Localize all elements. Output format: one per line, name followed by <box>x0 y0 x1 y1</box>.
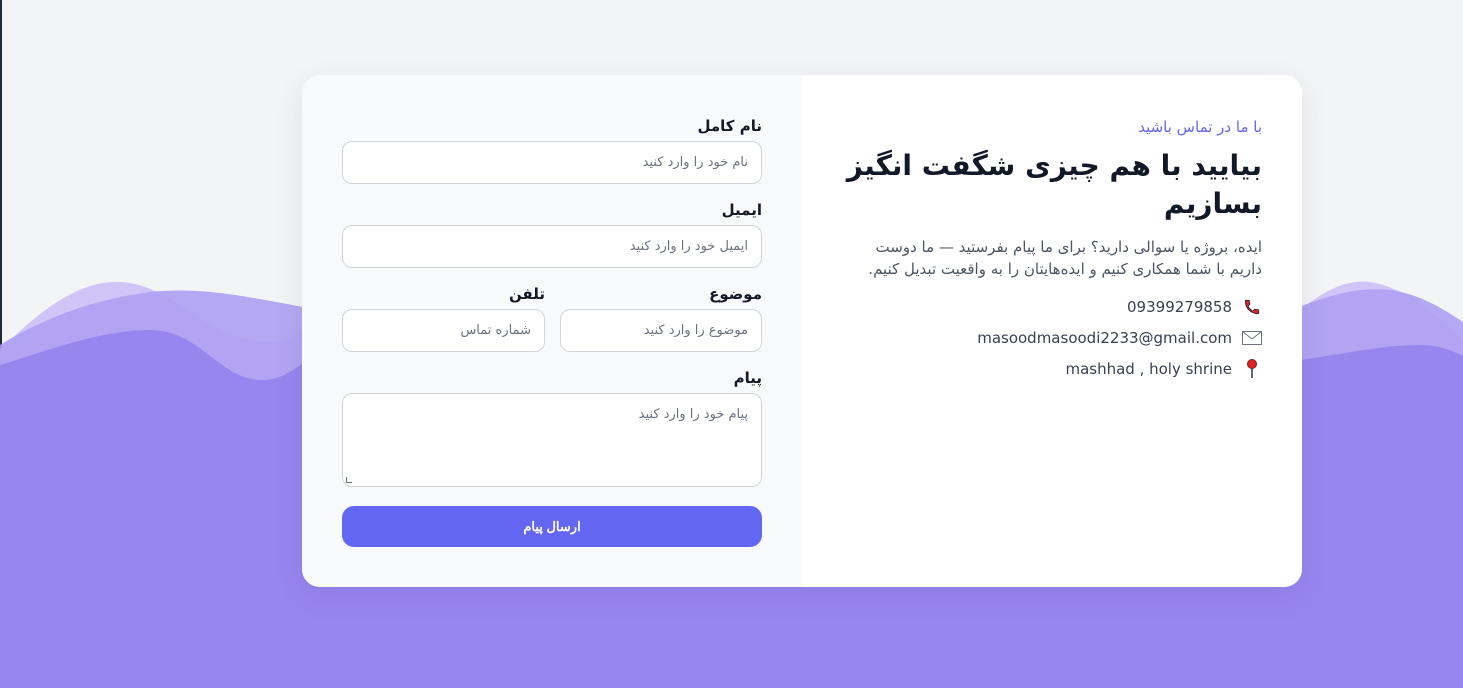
subject-placeholder: موضوع را وارد کنید <box>643 323 748 338</box>
envelope-icon <box>1242 328 1262 348</box>
eyebrow-text: با ما در تماس باشید <box>1138 118 1262 136</box>
contact-phone[interactable]: 09399279858 <box>1127 297 1262 317</box>
page: نام کامل نام خود را وارد کنید ایمیل ایمی… <box>0 0 1463 688</box>
subject-label: موضوع <box>709 285 762 303</box>
full-name-placeholder: نام خود را وارد کنید <box>642 155 748 170</box>
address-text: mashhad , holy shrine <box>1065 360 1232 378</box>
contact-email[interactable]: masoodmasoodi2233@gmail.com <box>977 328 1262 348</box>
pin-icon <box>1242 359 1262 379</box>
full-name-field[interactable]: نام خود را وارد کنید <box>342 141 762 184</box>
resize-handle-icon[interactable] <box>346 477 352 483</box>
full-name-label: نام کامل <box>697 117 762 135</box>
email-label: ایمیل <box>721 201 762 219</box>
page-title: بیایید با هم چیزی شگفت انگیز بسازیم <box>846 149 1262 220</box>
message-field[interactable]: پیام خود را وارد کنید <box>342 393 762 487</box>
message-placeholder: پیام خود را وارد کنید <box>638 407 748 422</box>
phone-field[interactable]: شماره تماس <box>342 309 545 352</box>
send-message-button[interactable]: ارسال پیام <box>342 506 762 547</box>
phone-text: 09399279858 <box>1127 298 1232 316</box>
phone-placeholder: شماره تماس <box>460 323 531 338</box>
email-text: masoodmasoodi2233@gmail.com <box>977 329 1232 347</box>
contact-form: نام کامل نام خود را وارد کنید ایمیل ایمی… <box>302 75 802 587</box>
message-label: پیام <box>733 369 762 387</box>
description-text: ایده، بروژه یا سوالی دارید؟ برای ما پیام… <box>868 238 1262 278</box>
email-field[interactable]: ایمیل خود را وارد کنید <box>342 225 762 268</box>
contact-info: با ما در تماس باشید بیایید با هم چیزی شگ… <box>802 75 1302 587</box>
subject-field[interactable]: موضوع را وارد کنید <box>560 309 762 352</box>
contact-card: نام کامل نام خود را وارد کنید ایمیل ایمی… <box>302 75 1302 587</box>
email-placeholder: ایمیل خود را وارد کنید <box>629 239 748 254</box>
phone-label: تلفن <box>508 285 545 303</box>
contact-address[interactable]: mashhad , holy shrine <box>1065 359 1262 379</box>
phone-icon <box>1242 297 1262 317</box>
